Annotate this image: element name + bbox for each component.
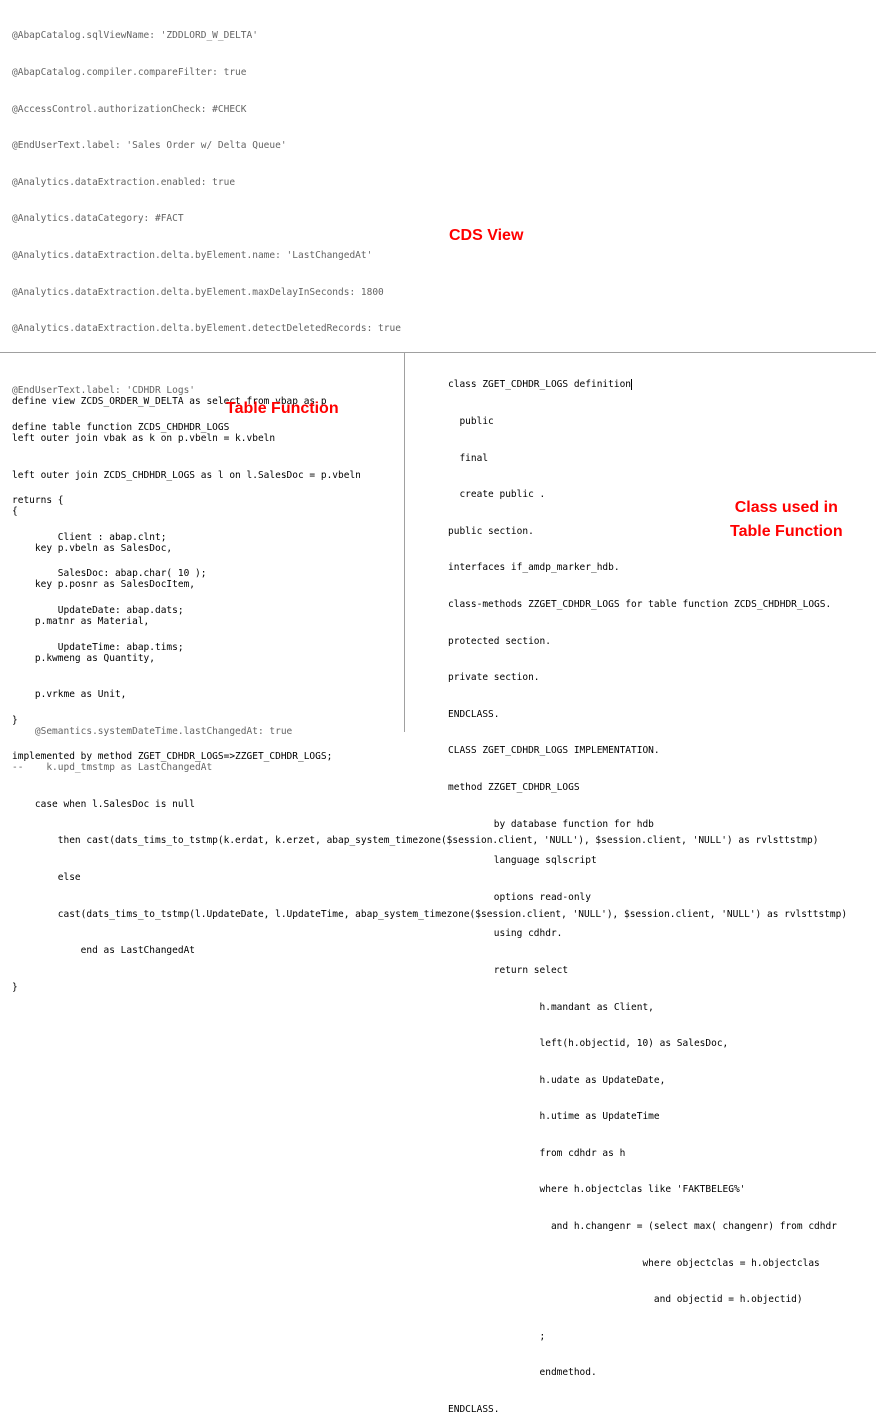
code-line: } (12, 714, 18, 726)
horizontal-divider (0, 352, 876, 353)
annotation-line: @AbapCatalog.sqlViewName: 'ZDDLORD_W_DEL… (12, 30, 258, 42)
code-line: UpdateDate: abap.dats; (12, 604, 184, 616)
code-line: returns { (12, 495, 64, 507)
code-line: from cdhdr as h (448, 1147, 626, 1159)
code-line: define table function ZCDS_CHDHDR_LOGS (12, 422, 230, 433)
class-label-line1: Class used in (734, 499, 838, 516)
code-line: options read-only (448, 891, 591, 903)
code-line: private section. (448, 672, 540, 684)
annotation-line: @EndUserText.label: 'CDHDR Logs' (12, 385, 196, 397)
annotation-line: @EndUserText.label: 'Sales Order w/ Delt… (12, 140, 287, 152)
code-line: h.mandant as Client, (448, 1001, 654, 1013)
code-line: left(h.objectid, 10) as SalesDoc, (448, 1038, 729, 1050)
annotation-line: @Analytics.dataCategory: #FACT (12, 213, 184, 225)
code-line: UpdateTime: abap.tims; (12, 641, 184, 653)
code-line: ENDCLASS. (448, 708, 500, 720)
code-line: Client : abap.clnt; (12, 531, 167, 543)
code-line: CLASS ZGET_CDHDR_LOGS IMPLEMENTATION. (448, 745, 660, 757)
code-line: endmethod. (448, 1367, 597, 1379)
code-line: and objectid = h.objectid) (448, 1294, 803, 1306)
code-line: class ZGET_CDHDR_LOGS definition (448, 379, 633, 391)
class-label: Class used in Table Function (730, 496, 843, 544)
code-line: interfaces if_amdp_marker_hdb. (448, 562, 620, 574)
code-line: method ZZGET_CDHDR_LOGS (448, 781, 580, 793)
code-line: implemented by method ZGET_CDHDR_LOGS=>Z… (12, 751, 333, 763)
class-label-line2: Table Function (730, 523, 843, 540)
cds-view-label: CDS View (449, 227, 524, 244)
table-function-label: Table Function (226, 400, 339, 417)
code-line: ; (448, 1330, 546, 1342)
code-line: return select (448, 964, 569, 976)
code-line: protected section. (448, 635, 551, 647)
annotation-line: @Analytics.dataExtraction.enabled: true (12, 176, 236, 188)
code-line: and h.changenr = (select max( changenr) … (448, 1221, 837, 1233)
vertical-divider (404, 352, 405, 732)
annotation-line: @Analytics.dataExtraction.delta.byElemen… (12, 323, 401, 335)
annotation-line: @Analytics.dataExtraction.delta.byElemen… (12, 286, 384, 298)
annotation-line: @AbapCatalog.compiler.compareFilter: tru… (12, 67, 247, 78)
table-function-code: @EndUserText.label: 'CDHDR Logs' define … (12, 361, 332, 776)
code-line: where h.objectclas like 'FAKTBELEG%' (448, 1184, 746, 1196)
text-cursor (631, 379, 633, 391)
code-line: SalesDoc: abap.char( 10 ); (12, 568, 207, 580)
code-line: public (448, 416, 494, 427)
code-line: final (448, 452, 489, 464)
code-line: h.udate as UpdateDate, (448, 1074, 666, 1086)
code-line: using cdhdr. (448, 928, 563, 940)
code-line: h.utime as UpdateTime (448, 1111, 660, 1123)
annotation-line: @Analytics.dataExtraction.delta.byElemen… (12, 249, 373, 261)
annotation-line: @AccessControl.authorizationCheck: #CHEC… (12, 103, 247, 115)
code-line: language sqlscript (448, 855, 597, 867)
code-line: ENDCLASS. (448, 1404, 500, 1416)
code-line: class-methods ZZGET_CDHDR_LOGS for table… (448, 598, 832, 610)
code-line: where objectclas = h.objectclas (448, 1257, 820, 1269)
code-line: by database function for hdb (448, 818, 654, 830)
